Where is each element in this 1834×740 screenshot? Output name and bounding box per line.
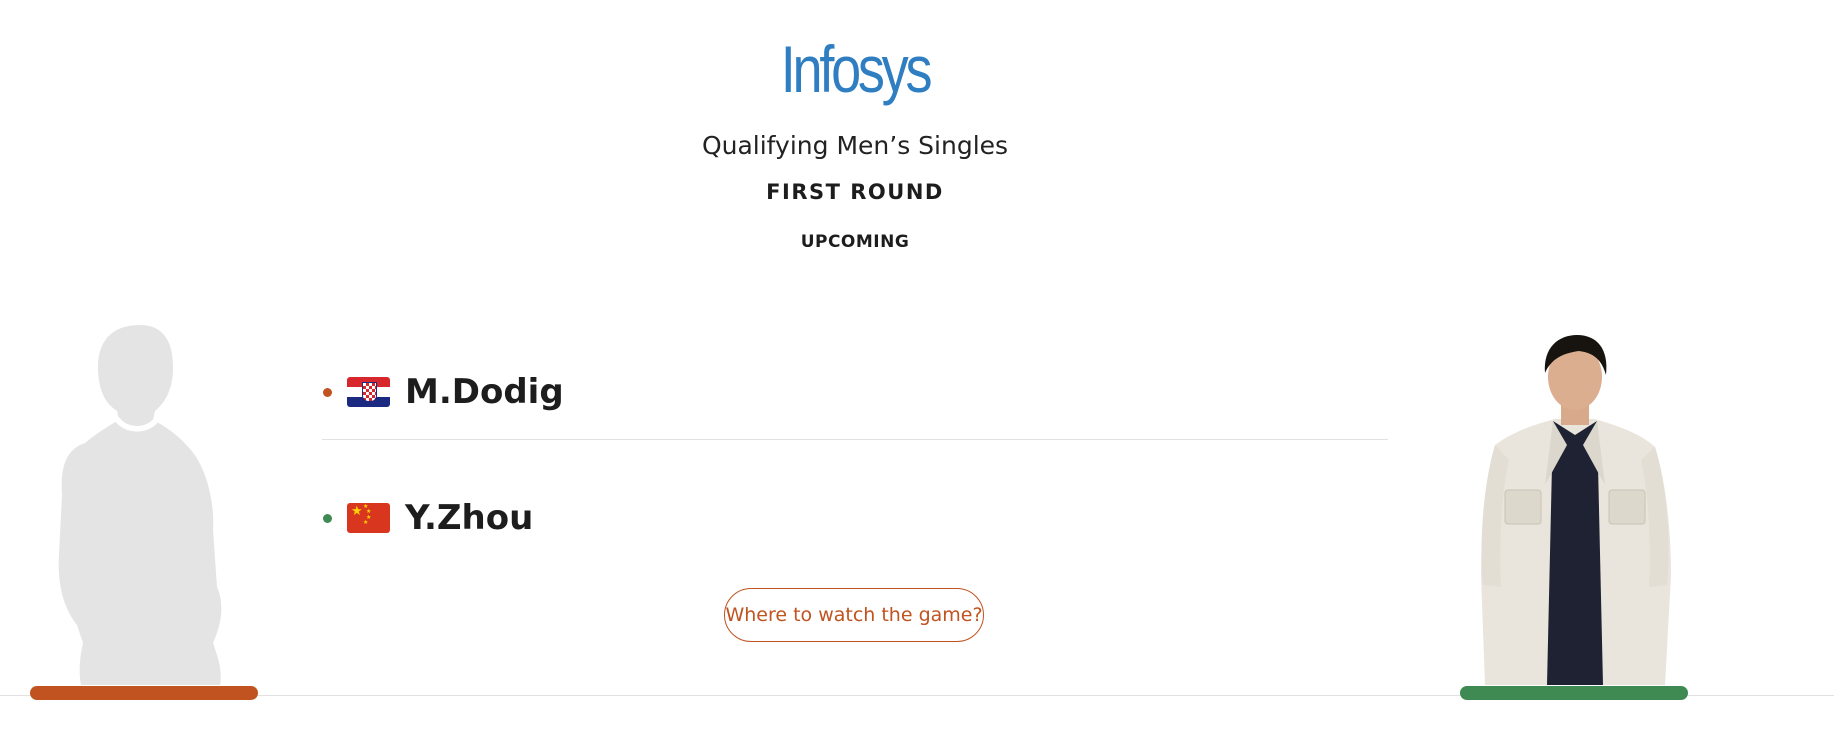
- player-name[interactable]: M.Dodig: [405, 372, 564, 412]
- player-indicator-dot: [323, 513, 332, 523]
- round-label: FIRST ROUND: [766, 180, 944, 204]
- china-flag-icon: ★ ★ ★ ★ ★: [347, 503, 390, 533]
- player-2-color-bar: [1460, 686, 1688, 700]
- player-row-2: ★ ★ ★ ★ ★ Y.Zhou: [323, 498, 533, 538]
- player-photo: [1481, 335, 1671, 685]
- player-row-1: M.Dodig: [323, 372, 564, 412]
- player-name[interactable]: Y.Zhou: [405, 498, 533, 538]
- where-to-watch-button[interactable]: Where to watch the game?: [724, 588, 984, 642]
- player-divider: [322, 439, 1388, 440]
- croatia-flag-icon: [347, 377, 390, 407]
- event-title: Qualifying Men’s Singles: [701, 131, 1009, 160]
- player-1-color-bar: [30, 686, 258, 700]
- match-status: UPCOMING: [800, 232, 910, 252]
- player-silhouette-placeholder: [58, 325, 222, 685]
- player-indicator-dot: [323, 387, 332, 397]
- sponsor-logo: Infosys: [780, 32, 933, 106]
